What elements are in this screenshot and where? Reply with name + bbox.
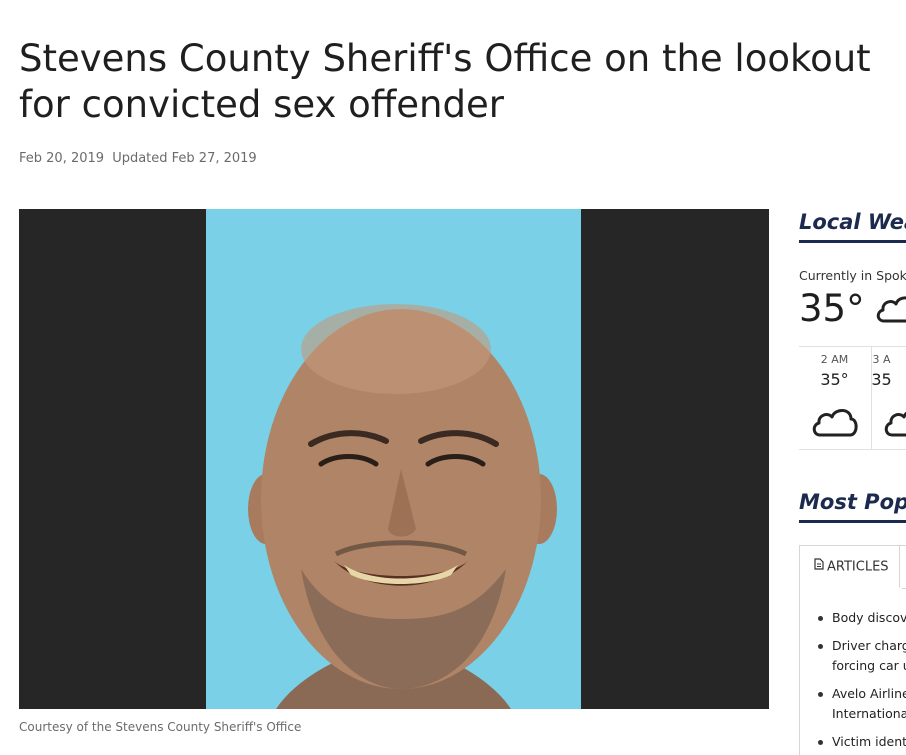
- tab-articles-label: ARTICLES: [827, 559, 889, 575]
- popular-title-rule: [799, 520, 906, 523]
- current-temperature: 35°: [799, 287, 865, 330]
- list-item[interactable]: Driver charge forcing car u: [815, 636, 906, 676]
- current-location-label: Currently in Spoka: [799, 268, 906, 283]
- sidebar: Local Wea Currently in Spoka 35° 2 AM 35…: [799, 209, 906, 755]
- published-date: Feb 20, 2019: [19, 151, 105, 166]
- list-item[interactable]: Avelo Airline International: [815, 684, 906, 724]
- document-icon: [814, 546, 824, 588]
- article-photo-frame[interactable]: [19, 209, 769, 709]
- article-dateline: Feb 20, 2019 Updated Feb 27, 2019: [19, 151, 261, 166]
- cloud-icon: [874, 291, 906, 329]
- hour-label: 3 A: [872, 353, 891, 366]
- mugshot-photo[interactable]: [206, 209, 581, 709]
- cloud-icon: [811, 403, 859, 443]
- article-headline: Stevens County Sheriff's Office on the l…: [19, 37, 871, 126]
- list-item[interactable]: Victim identi: [815, 732, 906, 752]
- article-page: Stevens County Sheriff's Office on the l…: [0, 0, 906, 755]
- popular-section-title[interactable]: Most Popu: [799, 490, 906, 514]
- mugshot-image: [248, 304, 557, 709]
- weather-section-title[interactable]: Local Wea: [799, 210, 906, 234]
- weather-title-rule: [799, 240, 906, 243]
- cloud-icon: [883, 403, 906, 443]
- hourly-forecast-item: 3 A 35: [871, 347, 906, 449]
- popular-articles-list: Body discove Driver charge forcing car u…: [815, 608, 906, 755]
- tab-divider: [902, 588, 906, 589]
- list-item[interactable]: Body discove: [815, 608, 906, 628]
- popular-tabs: ARTICLES Body discove Driver charge forc…: [799, 545, 906, 755]
- tab-articles[interactable]: ARTICLES: [800, 546, 900, 588]
- photo-caption: Courtesy of the Stevens County Sheriff's…: [19, 720, 302, 734]
- hourly-forecast: 2 AM 35° 3 A 35: [799, 346, 906, 450]
- hour-temperature: 35: [871, 370, 892, 389]
- updated-date: Updated Feb 27, 2019: [112, 151, 257, 166]
